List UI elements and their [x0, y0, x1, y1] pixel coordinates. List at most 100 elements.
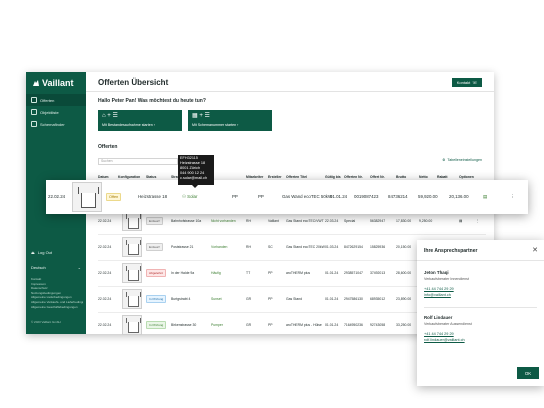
row-solar: Nicht vorhanden [211, 219, 236, 223]
chevron-down-icon: ⌄ [77, 265, 81, 270]
col-header[interactable]: Gültig bis [325, 175, 341, 179]
contact-name: Jeton Thaqi [424, 270, 449, 275]
row-title: Gas Wand ecoTEC 50kW [282, 194, 333, 199]
house-thumbnail [122, 263, 142, 283]
footer-links: Kontakt Impressum Datenschutz Nutzungsbe… [31, 277, 83, 309]
panel-title: Ihre Ansprechspartner [424, 248, 478, 254]
row-brutto: 23,890.00 [396, 297, 412, 301]
language-select[interactable]: Deutsch ⌄ [31, 265, 81, 270]
col-header[interactable]: Offert Nr. [370, 175, 385, 179]
plus-icon: ▦ + ☰ [192, 113, 210, 119]
col-header[interactable]: Datum [98, 175, 109, 179]
row-solar: Sunset [211, 297, 222, 301]
row-brutto: 28,600.00 [396, 271, 412, 275]
row-valid: 01.01.24 [325, 323, 339, 327]
row-staff: PP [268, 271, 273, 275]
row-pp: GR [246, 323, 252, 327]
row-valid: 01.01.24 [325, 297, 339, 301]
col-header[interactable]: Ersteller [268, 175, 282, 179]
start-bestandesaufnahme-button[interactable]: ⌂ + ☰ Mit Bestandesaufnahme starten › [98, 110, 182, 131]
status-badge: Entwurf [146, 243, 163, 251]
start-schemanummer-button[interactable]: ▦ + ☰ Mit Schemanummer starten › [188, 110, 272, 131]
hare-icon [33, 80, 39, 86]
house-thumbnail [122, 315, 142, 335]
row-street: Burtgstrabt 4 [171, 297, 191, 301]
status-badge: In Prüfung [146, 321, 167, 329]
status-badge: Abgelehnt [146, 269, 166, 277]
sidebar-item-offerten[interactable]: Offerten [26, 94, 86, 106]
row-title: aroTHERM plus - Hülse [286, 323, 322, 327]
contact-role: Verkaufsberater Innendienst [424, 277, 469, 281]
row-title: aroTHERM plus [286, 271, 311, 275]
status-badge: Offen [106, 193, 122, 201]
sidebar-item-label: Offerten [40, 97, 55, 103]
contacts-panel: Ihre Ansprechspartner ✕ Jeton Thaqi Verk… [417, 240, 544, 386]
calendar-icon[interactable]: ▤ [483, 194, 487, 200]
panel-divider [417, 260, 544, 261]
vaillant-logo[interactable]: Vaillant [32, 78, 74, 88]
copyright: © 2023 Vaillant GmbH [31, 320, 61, 324]
col-header[interactable]: Brutto [396, 175, 406, 179]
action-label: Mit Bestandesaufnahme starten › [102, 123, 155, 127]
sidebar-item-label: Schemafinder [40, 121, 65, 127]
row-valid: 01.03.24 [325, 245, 339, 249]
row-netto: 20,136.00 [449, 194, 469, 199]
footer-link[interactable]: Allgemeine Verkaufs- und Lieferbedingung… [31, 300, 83, 305]
row-pp: TT [246, 271, 251, 275]
sidebar-item-objektliste[interactable]: Objektliste [26, 106, 86, 118]
footer-link[interactable]: Allgemeine Geschäftsbedingungen [31, 305, 83, 310]
row-solar[interactable]: ⚇ Solar [182, 194, 197, 200]
row-staff: PP [258, 194, 264, 199]
calendar-icon[interactable]: ▤ [459, 219, 462, 223]
address-tooltip: EFH32115 Heizstrasse 18 8001 Zürich 044 … [178, 155, 214, 188]
row-offer: 8472629154 [344, 245, 363, 249]
col-header[interactable]: Status [146, 175, 156, 179]
kontakt-label: Kontakt [456, 80, 471, 85]
row-nr: 84736214 [388, 194, 408, 199]
row-pp: RH [246, 219, 251, 223]
header-divider [86, 91, 494, 92]
action-label: Mit Schemanummer starten › [192, 123, 239, 127]
col-header[interactable]: Rabatt [437, 175, 448, 179]
col-header[interactable]: Netto [419, 175, 428, 179]
search-input[interactable]: Suchen [98, 158, 178, 165]
row-nr: 37492013 [370, 271, 386, 275]
contact-phone-link[interactable]: +41 44 744 29 29 [424, 287, 534, 291]
house-thumbnail [72, 182, 102, 212]
logout-icon: ⏏ [31, 250, 35, 255]
col-header[interactable]: Konfiguration [118, 175, 140, 179]
col-header[interactable]: Optionen [459, 175, 474, 179]
row-title: Gas Stand ecoTEC 20kW [286, 245, 325, 249]
more-options-icon[interactable]: ⋮ [476, 219, 479, 223]
contact-email-link[interactable]: rolf.lindauer@vaillant.ch [424, 338, 534, 342]
col-header[interactable]: Mitarbeiter [246, 175, 263, 179]
row-brutto: 59,920.00 [418, 194, 438, 199]
close-icon[interactable]: ✕ [532, 246, 538, 254]
grid-icon [31, 121, 37, 127]
language-value: Deutsch [31, 265, 46, 270]
row-pp: GR [246, 297, 252, 301]
status-badge: In Prüfung [146, 295, 167, 303]
kontakt-button[interactable]: Kontakt ☏ [452, 78, 482, 87]
row-date: 22.02.24 [48, 194, 66, 199]
sidebar-item-schemafinder[interactable]: Schemafinder [26, 118, 86, 130]
gear-icon: ⚙ [442, 158, 446, 162]
row-street: Heizstrasse 18 [138, 194, 168, 199]
highlighted-table-row[interactable]: 22.02.24 Offen Heizstrasse 18 ⚇ Solar PP… [46, 180, 528, 214]
house-thumbnail [122, 289, 142, 309]
row-offer: 2947586130 [344, 297, 363, 301]
contact-role: Verkaufsberater Aussendienst [424, 322, 472, 326]
contact-phone-link[interactable]: +41 44 744 29 29 [424, 332, 534, 336]
logout-link[interactable]: ⏏ Log Out [31, 250, 52, 255]
row-valid: 22.03.24 [325, 219, 339, 223]
more-options-icon[interactable]: ⋮ [510, 194, 514, 200]
plus-icon: ⌂ + ☰ [102, 113, 118, 119]
row-pp: PP [232, 194, 238, 199]
row-brutto: 17,830.00 [396, 219, 412, 223]
ok-button[interactable]: OK [517, 367, 539, 379]
col-header[interactable]: Offerten Titel [286, 175, 307, 179]
col-header[interactable]: Offerten Nr. [344, 175, 363, 179]
table-settings-button[interactable]: ⚙ Tabelleneinstellungen [442, 158, 482, 162]
contact-email-link[interactable]: info@vaillant.ch [424, 293, 534, 297]
house-icon [31, 109, 37, 115]
